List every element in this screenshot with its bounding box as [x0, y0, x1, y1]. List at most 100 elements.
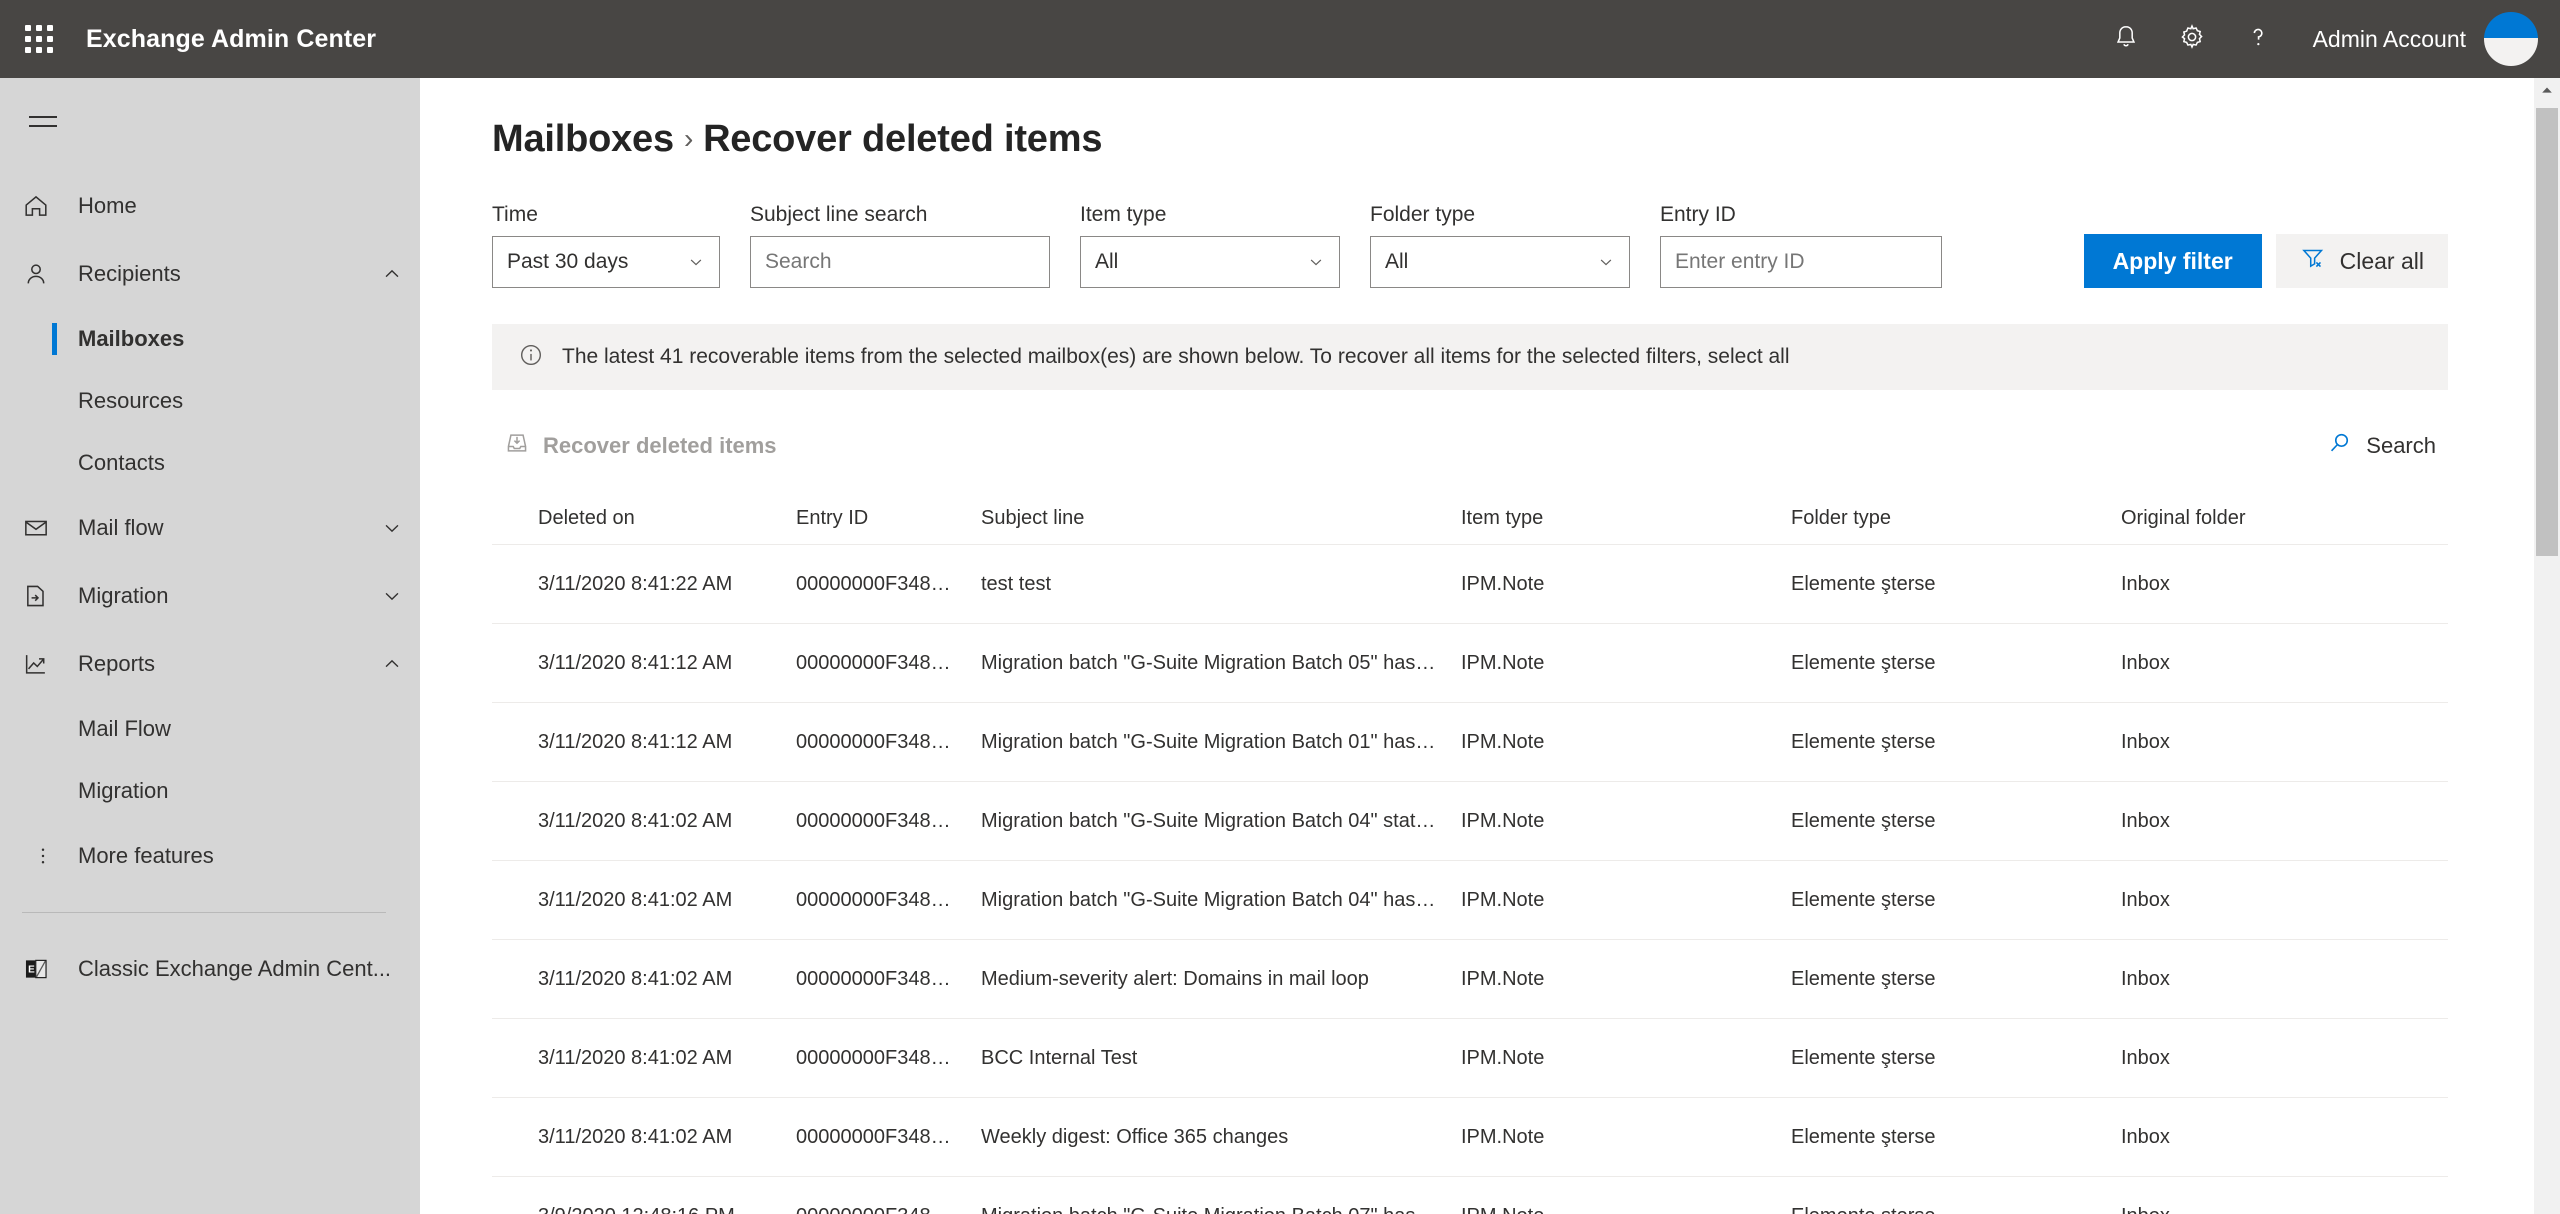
- sidebar-item-resources[interactable]: Resources: [0, 370, 420, 432]
- recover-deleted-items-button[interactable]: Recover deleted items: [492, 422, 789, 470]
- app-launcher-button[interactable]: [0, 0, 78, 78]
- scrollbar-thumb[interactable]: [2536, 108, 2558, 556]
- help-icon: [2244, 23, 2272, 56]
- cell-original-folder: Inbox: [2121, 651, 2170, 674]
- sidebar-item-reports-migration[interactable]: Migration: [0, 760, 420, 822]
- command-bar-right: Search: [2315, 422, 2448, 470]
- clear-filter-icon: [2300, 245, 2326, 277]
- sidebar-item-label: More features: [78, 843, 214, 868]
- time-filter-dropdown[interactable]: Past 30 days: [492, 236, 720, 288]
- sidebar-item-recipients[interactable]: Recipients: [0, 240, 420, 308]
- column-header-original-folder[interactable]: Original folder: [2121, 507, 2448, 530]
- cell-entry-id: 00000000F348C6...: [796, 967, 973, 990]
- table-row[interactable]: 3/11/2020 8:41:02 AM 00000000F348C6... Mig…: [492, 860, 2448, 939]
- cell-folder-type: Elemente şterse: [1791, 730, 1936, 753]
- table-header-row: Deleted on Entry ID Subject line Item ty…: [492, 492, 2448, 544]
- sidebar-item-label: Recipients: [78, 261, 181, 286]
- recover-inbox-icon: [504, 430, 530, 462]
- table-row[interactable]: 3/11/2020 8:41:22 AM 00000000F348C6... tes…: [492, 544, 2448, 623]
- table-row[interactable]: 3/11/2020 8:41:02 AM 00000000F348C6... Wee…: [492, 1097, 2448, 1176]
- cell-deleted-on: 3/11/2020 8:41:02 AM: [538, 967, 733, 990]
- sidebar-toggle-button[interactable]: [10, 88, 76, 154]
- vertical-scrollbar[interactable]: [2534, 78, 2560, 1214]
- table-row[interactable]: 3/11/2020 8:41:12 AM 00000000F348C6... Mig…: [492, 702, 2448, 781]
- item-type-filter-value: All: [1095, 250, 1119, 273]
- notifications-button[interactable]: [2093, 0, 2159, 78]
- chevron-up-icon: [2539, 82, 2555, 103]
- apply-filter-button[interactable]: Apply filter: [2083, 234, 2262, 288]
- sidebar-item-label: Classic Exchange Admin Cent...: [78, 956, 392, 981]
- table-row[interactable]: 3/11/2020 8:41:02 AM 00000000F348C6... Med…: [492, 939, 2448, 1018]
- info-message-text: The latest 41 recoverable items from the…: [562, 345, 1790, 368]
- sidebar-item-mail-flow[interactable]: Mail flow: [0, 494, 420, 562]
- sidebar-item-reports-mail-flow[interactable]: Mail Flow: [0, 698, 420, 760]
- svg-text:E: E: [28, 964, 35, 975]
- folder-type-filter-dropdown[interactable]: All: [1370, 236, 1630, 288]
- sidebar-items: Home Recipients Mailboxes Resources Cont…: [0, 172, 420, 1003]
- search-button[interactable]: Search: [2315, 422, 2448, 470]
- sidebar-item-more-features[interactable]: More features: [0, 822, 420, 890]
- cell-subject-line: Migration batch "G-Suite Migration Batch…: [981, 730, 1461, 753]
- cell-subject-line: Migration batch "G-Suite Migration Batch…: [981, 888, 1461, 911]
- column-header-deleted-on[interactable]: Deleted on: [538, 507, 796, 530]
- chevron-down-icon: [364, 517, 420, 539]
- hamburger-icon: [29, 115, 57, 127]
- sidebar-item-label: Mail Flow: [78, 716, 171, 741]
- cell-item-type: IPM.Note: [1461, 967, 1545, 990]
- subject-line-search-input[interactable]: Search: [750, 236, 1050, 288]
- column-header-folder-type[interactable]: Folder type: [1791, 507, 2121, 530]
- filter-actions: Apply filter Clear all: [2083, 234, 2448, 288]
- sidebar-item-label: Resources: [78, 388, 184, 413]
- cell-deleted-on: 3/11/2020 8:41:22 AM: [538, 572, 733, 595]
- scroll-up-button[interactable]: [2534, 78, 2560, 106]
- exchange-icon: E: [22, 955, 78, 983]
- cell-subject-line: Migration batch "G-Suite Migration Batch…: [981, 1205, 1461, 1214]
- filter-bar: Time Past 30 days Subject line search Se…: [492, 203, 2536, 288]
- sidebar-item-home[interactable]: Home: [0, 172, 420, 240]
- cell-deleted-on: 3/11/2020 8:41:12 AM: [538, 730, 733, 753]
- column-header-entry-id[interactable]: Entry ID: [796, 507, 981, 530]
- cell-item-type: IPM.Note: [1461, 730, 1545, 753]
- clear-all-button[interactable]: Clear all: [2275, 234, 2448, 288]
- cell-folder-type: Elemente şterse: [1791, 888, 1936, 911]
- cell-deleted-on: 3/11/2020 8:41:02 AM: [538, 809, 733, 832]
- cell-deleted-on: 3/11/2020 8:41:02 AM: [538, 888, 733, 911]
- time-filter-value: Past 30 days: [507, 250, 629, 273]
- entry-id-input[interactable]: Enter entry ID: [1660, 236, 1942, 288]
- sidebar-item-mailboxes[interactable]: Mailboxes: [0, 308, 420, 370]
- sidebar-item-label: Contacts: [78, 450, 165, 475]
- cell-original-folder: Inbox: [2121, 1046, 2170, 1069]
- breadcrumb-parent[interactable]: Mailboxes: [492, 118, 674, 160]
- cell-item-type: IPM.Note: [1461, 651, 1545, 674]
- table-row[interactable]: 3/11/2020 8:41:12 AM 00000000F348C6... Mig…: [492, 623, 2448, 702]
- cell-deleted-on: 3/11/2020 8:41:02 AM: [538, 1046, 733, 1069]
- settings-button[interactable]: [2159, 0, 2225, 78]
- column-header-item-type[interactable]: Item type: [1461, 507, 1791, 530]
- person-icon: [22, 260, 78, 288]
- account-name: Admin Account: [2312, 25, 2466, 52]
- cell-subject-line: test test: [981, 572, 1052, 595]
- app-launcher-icon: [25, 25, 53, 53]
- table-row[interactable]: 3/11/2020 8:41:02 AM 00000000F348C6... BCC…: [492, 1018, 2448, 1097]
- chevron-up-icon: [364, 263, 420, 285]
- sidebar-item-migration[interactable]: Migration: [0, 562, 420, 630]
- time-filter-label: Time: [492, 203, 538, 226]
- sidebar-item-label: Reports: [78, 651, 156, 676]
- item-type-filter-dropdown[interactable]: All: [1080, 236, 1340, 288]
- table-row[interactable]: 3/9/2020 12:48:16 PM00000000F348C6...Mig…: [492, 1176, 2448, 1214]
- mail-icon: [22, 514, 78, 542]
- help-button[interactable]: [2225, 0, 2291, 78]
- cell-original-folder: Inbox: [2121, 967, 2170, 990]
- cell-entry-id: 00000000F348C6...: [796, 730, 973, 753]
- table-row[interactable]: 3/11/2020 8:41:02 AM 00000000F348C6... Mig…: [492, 781, 2448, 860]
- entry-id-placeholder: Enter entry ID: [1675, 250, 1805, 273]
- folder-type-filter-value: All: [1385, 250, 1409, 273]
- sidebar-item-contacts[interactable]: Contacts: [0, 432, 420, 494]
- sidebar-item-reports[interactable]: Reports: [0, 630, 420, 698]
- sidebar-item-classic-eac[interactable]: E Classic Exchange Admin Cent...: [0, 935, 420, 1003]
- avatar[interactable]: [2484, 12, 2538, 66]
- chevron-down-icon: [687, 253, 705, 271]
- cell-entry-id: 00000000F348C6...: [796, 651, 973, 674]
- suite-header-actions: Admin Account: [2093, 0, 2560, 78]
- column-header-subject-line[interactable]: Subject line: [981, 507, 1461, 530]
